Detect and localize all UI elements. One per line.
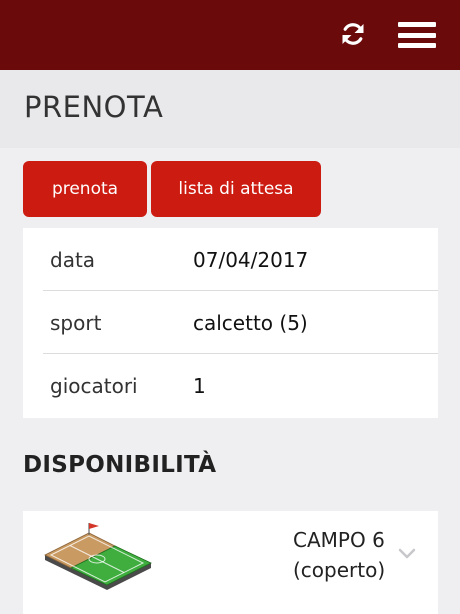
soccer-field-icon xyxy=(44,523,152,590)
page-title: PRENOTA xyxy=(24,90,164,124)
field-name: CAMPO 6 (coperto) xyxy=(293,528,386,582)
detail-row-date[interactable]: data 07/04/2017 xyxy=(43,228,438,291)
chevron-down-icon[interactable] xyxy=(397,547,417,561)
detail-label: sport xyxy=(50,311,102,335)
booking-details-card: data 07/04/2017 sport calcetto (5) gioca… xyxy=(23,228,438,418)
detail-value: 1 xyxy=(193,374,206,398)
detail-value: 07/04/2017 xyxy=(193,248,309,272)
hamburger-menu-button[interactable] xyxy=(398,20,436,50)
detail-label: data xyxy=(50,248,96,272)
detail-row-sport[interactable]: sport calcetto (5) xyxy=(43,291,438,354)
hamburger-menu-icon xyxy=(398,22,436,27)
detail-label: giocatori xyxy=(50,374,138,398)
top-app-bar xyxy=(0,0,460,70)
refresh-icon xyxy=(342,23,364,45)
refresh-button[interactable] xyxy=(336,17,370,51)
availability-title: DISPONIBILITÀ xyxy=(23,452,217,478)
waitlist-button[interactable]: lista di attesa xyxy=(151,161,321,217)
detail-row-players[interactable]: giocatori 1 xyxy=(43,354,438,417)
field-list-item[interactable]: CAMPO 6 (coperto) xyxy=(23,511,438,614)
detail-value: calcetto (5) xyxy=(193,311,308,335)
page-header: PRENOTA xyxy=(0,70,460,148)
book-button[interactable]: prenota xyxy=(23,161,147,217)
